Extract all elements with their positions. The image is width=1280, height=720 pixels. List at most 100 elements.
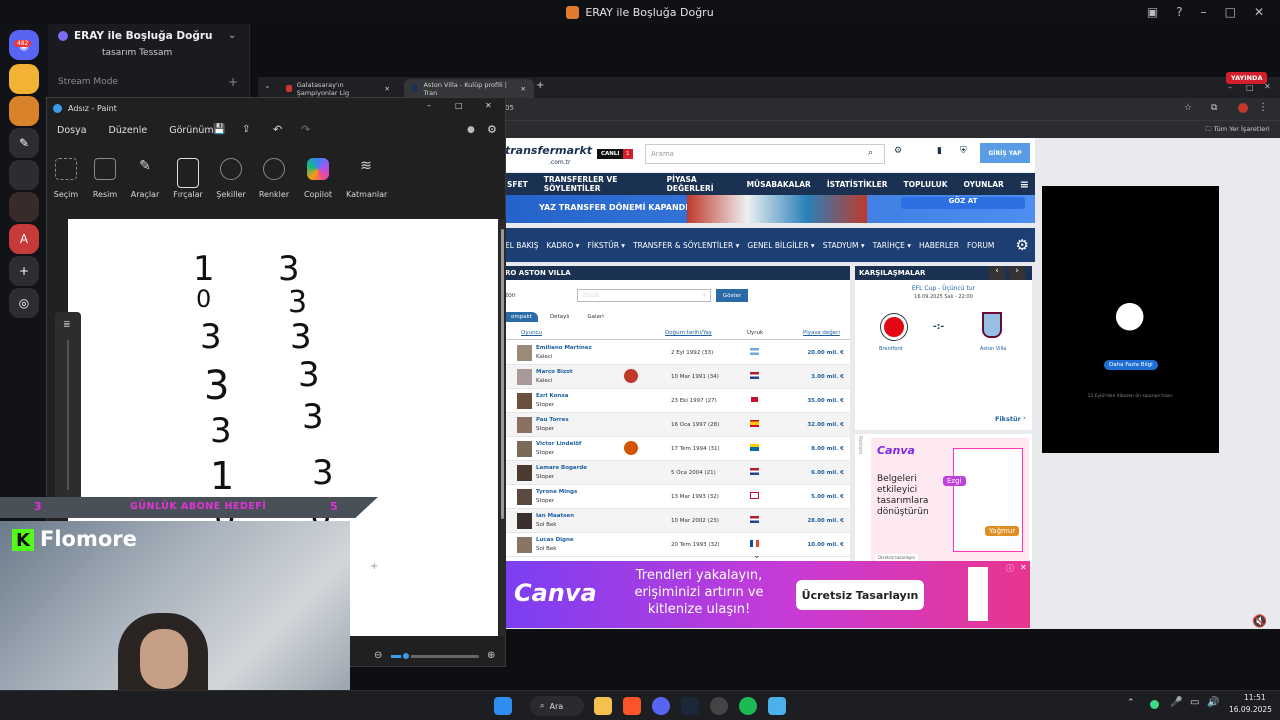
player-value[interactable]: 3.00 mil. €	[811, 374, 844, 380]
player-value[interactable]: 6.00 mil. €	[811, 470, 844, 476]
add-icon[interactable]: +	[228, 75, 238, 89]
account-icon[interactable]: ●	[467, 125, 475, 135]
nav-item[interactable]: PİYASA DEĞERLERİ	[667, 175, 731, 193]
menu-edit[interactable]: Düzenle	[109, 125, 148, 136]
subnav-item[interactable]: STADYUM ▾	[823, 241, 865, 250]
tab-compact[interactable]: ompakt	[505, 312, 538, 322]
mute-icon[interactable]: 🔇	[1252, 614, 1267, 628]
chevron-down-icon[interactable]: ⌄	[228, 30, 236, 41]
brush-size-slider[interactable]: ≣	[55, 312, 81, 502]
server-name[interactable]: ERAY ile Boşluğa Doğru	[74, 30, 213, 42]
canva-side-ad[interactable]: Reklam Canva Belgeleri etkileyici tasarı…	[855, 434, 1032, 566]
chevron-right-icon[interactable]: ›	[1023, 414, 1026, 422]
subnav-item[interactable]: EL BAKIŞ	[505, 241, 538, 250]
aston-villa-crest-icon[interactable]	[982, 312, 1002, 338]
maximize-button[interactable]: □	[455, 101, 463, 110]
table-row[interactable]: Tyrone Mings Stoper 13 Mar 1993 (32) 5.0…	[505, 485, 850, 509]
player-name[interactable]: Pau Torres	[536, 417, 569, 423]
network-icon[interactable]: ▭	[1190, 697, 1199, 708]
banner-button[interactable]: GÖZ AT	[901, 197, 1025, 209]
match-competition[interactable]: EFL Cup - Üçüncü tur	[855, 285, 1032, 292]
ad-info-icon[interactable]: ⓘ	[1006, 563, 1014, 574]
player-name[interactable]: Marco Bizot	[536, 369, 573, 375]
home-team[interactable]: Brentford	[879, 346, 903, 352]
table-row[interactable]: Ian Maatsen Sol Bek 10 Mar 2002 (23) 28.…	[505, 509, 850, 533]
brave-browser-icon[interactable]	[623, 697, 641, 715]
nav-item[interactable]: SFET	[507, 180, 528, 189]
zoom-in-icon[interactable]: ⊕	[487, 650, 495, 661]
menu-view[interactable]: Görünüm	[169, 125, 213, 136]
maximize-button[interactable]: □	[1246, 83, 1254, 92]
tool-tools[interactable]: ✎ Araçlar	[125, 158, 165, 199]
extensions-icon[interactable]: ⧉	[1211, 103, 1217, 113]
subnav-item[interactable]: KADRO ▾	[546, 241, 579, 250]
nav-item[interactable]: OYUNLAR	[964, 180, 1004, 189]
table-row[interactable]: Lamare Bogarde Stoper 5 Oca 2004 (21) 6.…	[505, 461, 850, 485]
player-value[interactable]: 28.00 mil. €	[807, 518, 844, 524]
server-icon[interactable]	[9, 160, 39, 190]
ad-close-icon[interactable]: ✕	[1020, 563, 1027, 572]
add-server-icon[interactable]: +	[9, 256, 39, 286]
transfer-banner[interactable]: YAZ TRANSFER DÖNEMİ KAPANDI GÖZ AT	[505, 195, 1035, 223]
prev-arrow-icon[interactable]: ‹	[989, 266, 1005, 280]
menu-file[interactable]: Dosya	[57, 125, 87, 136]
zoom-out-icon[interactable]: ⊖	[374, 650, 382, 661]
microphone-icon[interactable]: 🎤	[1170, 697, 1182, 708]
search-icon[interactable]: ⌕	[868, 148, 873, 158]
fixtures-link[interactable]: Fikstür	[995, 415, 1021, 423]
stream-mode-label[interactable]: Stream Mode	[58, 77, 118, 87]
maximize-button[interactable]: □	[1225, 5, 1236, 19]
bookmark-icon[interactable]: ▮	[937, 146, 942, 156]
clock-date[interactable]: 16.09.2025	[1229, 705, 1272, 714]
user-settings-icon[interactable]: ⚙	[894, 146, 902, 156]
minimize-button[interactable]: –	[1228, 83, 1232, 92]
start-icon[interactable]	[494, 697, 512, 715]
season-select[interactable]: 25/26 ▾	[577, 289, 711, 302]
scroll-down-icon[interactable]: ⌄	[753, 551, 761, 561]
player-value[interactable]: 8.00 mil. €	[811, 446, 844, 452]
tool-shapes[interactable]: Şekiller	[211, 158, 251, 199]
minimize-button[interactable]: –	[427, 101, 431, 110]
nav-item[interactable]: MÜSABAKALAR	[747, 180, 811, 189]
next-arrow-icon[interactable]: ›	[1009, 266, 1025, 280]
canva-bottom-ad[interactable]: Canva Trendleri yakalayın, erişiminizi a…	[506, 561, 1030, 628]
player-value[interactable]: 35.00 mil. €	[807, 398, 844, 404]
obs-icon[interactable]	[710, 697, 728, 715]
undo-icon[interactable]: ↶	[273, 123, 282, 136]
vertical-scrollbar[interactable]	[499, 219, 506, 636]
server-icon[interactable]: ✎	[9, 128, 39, 158]
table-row[interactable]: Emiliano Martínez Kaleci 2 Eyl 1992 (33)…	[505, 341, 850, 365]
gear-icon[interactable]: ⚙	[1016, 236, 1029, 254]
save-icon[interactable]: 💾	[213, 124, 225, 135]
player-value[interactable]: 32.00 mil. €	[807, 422, 844, 428]
zoom-slider[interactable]	[391, 651, 479, 661]
tab-aston-villa[interactable]: Aston Villa - Kulüp profili | Tran ✕	[404, 79, 534, 98]
profile-avatar[interactable]	[1238, 103, 1248, 113]
clock-time[interactable]: 11:51	[1244, 693, 1266, 702]
player-value[interactable]: 10.00 mil. €	[807, 542, 844, 548]
volume-icon[interactable]: 🔊	[1207, 697, 1219, 708]
table-row[interactable]: Ezri Konsa Stoper 23 Eki 1997 (27) 35.00…	[505, 389, 850, 413]
subnav-item[interactable]: TRANSFER & SÖYLENTİLER ▾	[633, 241, 739, 250]
tool-copilot[interactable]: Copilot	[298, 158, 338, 199]
nav-item[interactable]: TOPLULUK	[904, 180, 948, 189]
channel-name[interactable]: tasarım Tessam	[102, 48, 172, 58]
subnav-item[interactable]: HABERLER	[919, 241, 959, 250]
canva-side-button[interactable]: Ücretsiz tasarlayın	[875, 554, 919, 561]
canva-cta-button[interactable]: Ücretsiz Tasarlayın	[796, 580, 924, 610]
brentford-crest-icon[interactable]	[881, 314, 907, 340]
menu-icon[interactable]: ⋮	[1258, 102, 1268, 113]
show-button[interactable]: Göster	[716, 289, 748, 302]
tm-logo[interactable]: transfermarkt	[505, 144, 592, 157]
col-dob[interactable]: Doğum tarihi/Yaş	[665, 330, 712, 336]
minimize-button[interactable]: –	[1201, 5, 1207, 19]
tool-image[interactable]: Resim	[85, 158, 125, 199]
player-name[interactable]: Lamare Bogarde	[536, 465, 587, 471]
canva-side-creative[interactable]: Canva Belgeleri etkileyici tasarımlara d…	[871, 438, 1029, 564]
tab-galatasaray[interactable]: Galatasaray'ın Şampiyonlar Lig ✕	[278, 79, 398, 98]
close-tab-icon[interactable]: ✕	[521, 85, 526, 93]
explore-icon[interactable]: ◎	[9, 288, 39, 318]
shield-icon[interactable]: ⛨	[960, 146, 967, 156]
all-bookmarks[interactable]: 🗀 Tüm Yer İşaretleri	[1205, 125, 1270, 136]
subnav-item[interactable]: FORUM	[967, 241, 994, 250]
